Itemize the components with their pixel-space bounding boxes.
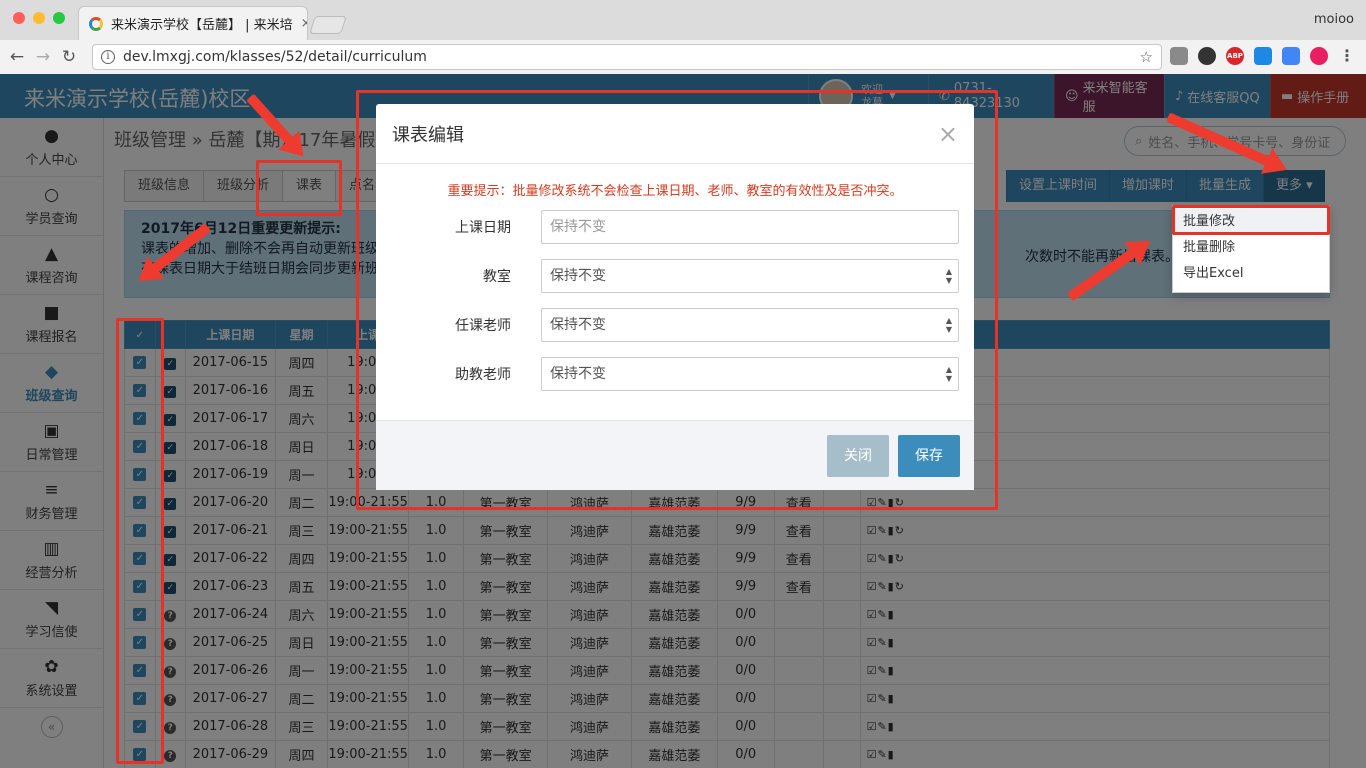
extension-star-icon[interactable] xyxy=(1310,47,1328,65)
browser-tab[interactable]: 来米演示学校【岳麓】 | 来米培 × xyxy=(78,6,308,40)
window-minimize-button[interactable] xyxy=(33,12,45,24)
reload-icon[interactable]: ↻ xyxy=(56,47,82,67)
forward-arrow-icon[interactable]: → xyxy=(30,47,56,67)
tab-close-icon[interactable]: × xyxy=(301,16,307,31)
site-favicon-icon xyxy=(89,16,103,31)
bookmark-star-icon[interactable]: ☆ xyxy=(1140,48,1153,66)
browser-chrome: 来米演示学校【岳麓】 | 来米培 × moioo ← → ↻ i dev.lmx… xyxy=(0,0,1366,74)
extension-v-icon[interactable] xyxy=(1254,47,1272,65)
browser-profile-name[interactable]: moioo xyxy=(1314,12,1354,27)
translate-icon[interactable] xyxy=(1282,47,1300,65)
extension-cat-icon[interactable] xyxy=(1198,47,1216,65)
browser-menu-icon[interactable]: ⋮ xyxy=(1338,47,1356,65)
menu-item-batch-delete[interactable]: 批量删除 xyxy=(1173,235,1329,261)
browser-toolbar: ← → ↻ i dev.lmxgj.com/klasses/52/detail/… xyxy=(0,40,1366,74)
window-zoom-button[interactable] xyxy=(53,12,65,24)
annotation-box-modal xyxy=(356,90,998,510)
site-info-icon[interactable]: i xyxy=(101,50,115,64)
menu-item-export-excel[interactable]: 导出Excel xyxy=(1173,261,1329,287)
browser-tabbar: 来米演示学校【岳麓】 | 来米培 × moioo xyxy=(0,0,1366,40)
new-tab-button[interactable] xyxy=(309,16,347,34)
annotation-box-tab xyxy=(256,160,342,216)
window-close-button[interactable] xyxy=(13,12,25,24)
url-text: dev.lmxgj.com/klasses/52/detail/curricul… xyxy=(123,49,427,65)
annotation-box-batch-edit xyxy=(1172,205,1330,235)
back-arrow-icon[interactable]: ← xyxy=(4,47,30,67)
annotation-box-checkboxes xyxy=(116,318,164,764)
extension-bar: ABP ⋮ xyxy=(1170,47,1356,65)
address-bar[interactable]: i dev.lmxgj.com/klasses/52/detail/curric… xyxy=(92,44,1162,70)
extension-ship-icon[interactable] xyxy=(1170,47,1188,65)
browser-tab-title: 来米演示学校【岳麓】 | 来米培 xyxy=(111,18,293,33)
adblock-icon[interactable]: ABP xyxy=(1226,47,1244,65)
